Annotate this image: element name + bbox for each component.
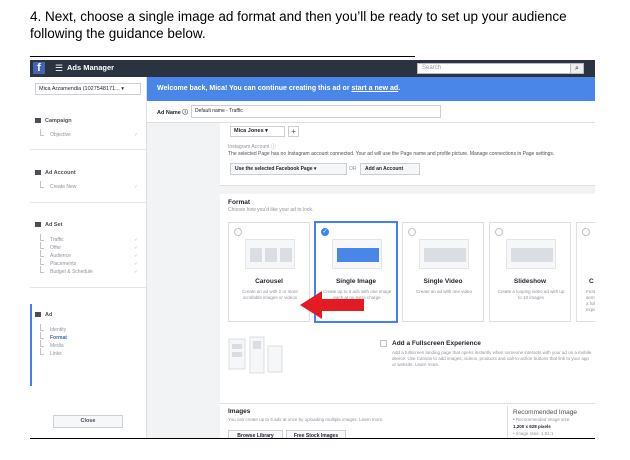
check-icon: ✓ xyxy=(134,184,139,190)
red-arrow-icon xyxy=(300,291,322,319)
bottom-rule xyxy=(30,438,595,439)
instruction-line-2: following the guidance below. xyxy=(30,26,206,41)
account-selector[interactable]: Mica Arzamendia (1027548171... ▾ xyxy=(35,83,141,95)
browse-library-button[interactable]: Browse Library xyxy=(228,430,283,438)
use-page-dropdown[interactable]: Use the selected Facebook Page ▾ xyxy=(230,163,347,175)
instruction-text: 4. Next, choose a single image ad format… xyxy=(30,8,620,42)
sidebar-section-ad[interactable]: Ad xyxy=(35,312,52,318)
page-selector[interactable]: Mica Jones ▾ xyxy=(230,126,285,137)
check-icon: ✓ xyxy=(134,253,139,259)
card-description: Create a looping video ad with up to 10 … xyxy=(497,289,565,300)
fullscreen-experience-title: Add a Fullscreen Experience xyxy=(392,340,481,347)
images-description: You can create up to 6 ads at once by up… xyxy=(228,417,384,422)
identity-section: Mica Jones ▾ + Instagram Account ⓘ The s… xyxy=(220,123,595,186)
format-card-carousel[interactable]: Carousel Create an ad with 2 or more scr… xyxy=(228,222,310,322)
single-image-thumbnail-icon xyxy=(332,239,382,269)
card-description: Create an ad with one video xyxy=(415,289,473,294)
instruction-line-1: 4. Next, choose a single image ad format… xyxy=(30,9,567,24)
format-section: Format Choose how you'd like your ad to … xyxy=(220,194,595,434)
radio-checked-icon[interactable]: ✓ xyxy=(321,228,329,236)
recommended-size-value: 1,200 x 628 pixels xyxy=(513,424,551,429)
campaign-icon xyxy=(35,118,41,124)
hamburger-icon[interactable]: ☰ xyxy=(55,63,63,73)
welcome-banner: Welcome back, Mica! You can continue cre… xyxy=(147,77,595,101)
fullscreen-experience-icon xyxy=(228,336,283,374)
ad-name-label: Ad Name ⓘ xyxy=(157,110,188,116)
sidebar-item-format[interactable]: Format xyxy=(40,332,67,341)
recommended-image-title: Recommended Image xyxy=(513,409,577,416)
close-button[interactable]: Close xyxy=(53,415,123,428)
fullscreen-experience-checkbox[interactable] xyxy=(380,340,387,347)
add-page-button[interactable]: + xyxy=(288,126,299,137)
or-label: OR xyxy=(349,166,357,172)
top-bar: f ☰ Ads Manager Search ⌕ xyxy=(30,60,595,77)
radio-button[interactable] xyxy=(495,228,503,236)
card-title: C xyxy=(589,278,594,285)
card-title: Single Image xyxy=(335,278,377,285)
single-video-thumbnail-icon xyxy=(419,239,469,269)
format-title: Format xyxy=(228,199,251,206)
divider xyxy=(30,202,146,203)
sidebar: Mica Arzamendia (1027548171... ▾ Campaig… xyxy=(30,77,147,438)
check-icon: ✓ xyxy=(134,261,139,267)
format-card-single-video[interactable]: Single Video Create an ad with one video xyxy=(402,222,484,322)
search-input[interactable]: Search xyxy=(417,63,584,74)
ads-manager-screenshot: f ☰ Ads Manager Search ⌕ Mica Arzamendia… xyxy=(30,60,595,438)
ad-set-icon xyxy=(35,222,41,228)
sidebar-item-objective[interactable]: Objective xyxy=(40,129,71,138)
add-account-button[interactable]: Add an Account xyxy=(360,163,420,175)
card-description: Create an ad with 2 or more scrollable i… xyxy=(242,289,298,300)
check-icon: ✓ xyxy=(134,269,139,275)
divider xyxy=(30,287,146,288)
free-stock-images-button[interactable]: Free Stock Images xyxy=(286,430,346,438)
radio-button[interactable] xyxy=(234,228,242,236)
ad-name-row: Ad Name ⓘ Default name - Traffic xyxy=(147,101,595,123)
recommended-size-label: • Recommended image size: xyxy=(513,417,571,422)
recommended-image-panel: Recommended Image • Recommended image si… xyxy=(507,406,595,438)
ad-icon xyxy=(35,312,41,318)
sidebar-item-create-new[interactable]: Create New xyxy=(40,181,76,190)
instagram-account-description: The selected Page has no Instagram accou… xyxy=(228,151,555,157)
format-subtitle: Choose how you'd like your ad to look. xyxy=(228,207,314,213)
images-title: Images xyxy=(228,408,251,415)
facebook-logo-icon[interactable]: f xyxy=(33,62,45,74)
recommended-ratio: • Image ratio: 1.91:1 xyxy=(513,431,554,436)
check-icon: ✓ xyxy=(134,132,139,138)
radio-button[interactable] xyxy=(408,228,416,236)
format-card-collection[interactable]: C Feature items in a full experien xyxy=(576,222,595,322)
radio-button[interactable] xyxy=(582,228,590,236)
card-title: Carousel xyxy=(255,278,283,285)
sidebar-item-placements[interactable]: Placements xyxy=(40,258,76,267)
ad-account-icon xyxy=(35,170,41,176)
card-title: Slideshow xyxy=(513,278,547,285)
slideshow-thumbnail-icon xyxy=(506,239,556,269)
sidebar-section-campaign[interactable]: Campaign xyxy=(35,118,72,124)
divider xyxy=(30,149,146,150)
sidebar-section-ad-set[interactable]: Ad Set xyxy=(35,222,62,228)
top-rule xyxy=(30,56,415,57)
fullscreen-experience-description: Add a fullscreen landing page that opens… xyxy=(392,350,592,367)
sidebar-item-audience[interactable]: Audience xyxy=(40,250,71,259)
card-title: Single Video xyxy=(423,278,463,285)
instagram-account-label: Instagram Account ⓘ xyxy=(228,144,276,150)
sidebar-section-ad-account[interactable]: Ad Account xyxy=(35,170,76,176)
format-card-slideshow[interactable]: Slideshow Create a looping video ad with… xyxy=(489,222,571,322)
ad-name-input[interactable]: Default name - Traffic xyxy=(191,105,441,118)
app-title: Ads Manager xyxy=(67,63,115,72)
images-section: Images You can create up to 6 ads at onc… xyxy=(220,403,595,438)
check-icon: ✓ xyxy=(134,237,139,243)
check-icon: ✓ xyxy=(134,245,139,251)
carousel-thumbnail-icon xyxy=(245,239,295,269)
card-description: Feature items in a full experien xyxy=(586,289,595,312)
sidebar-item-budget-schedule[interactable]: Budget & Schedule xyxy=(40,266,93,275)
start-new-ad-link[interactable]: start a new ad xyxy=(352,85,399,92)
sidebar-item-links[interactable]: Links xyxy=(40,348,62,357)
main-panel: Ad Name ⓘ Default name - Traffic Mica Jo… xyxy=(147,101,595,438)
red-arrow-shaft xyxy=(320,299,364,311)
search-icon[interactable]: ⌕ xyxy=(570,63,584,74)
